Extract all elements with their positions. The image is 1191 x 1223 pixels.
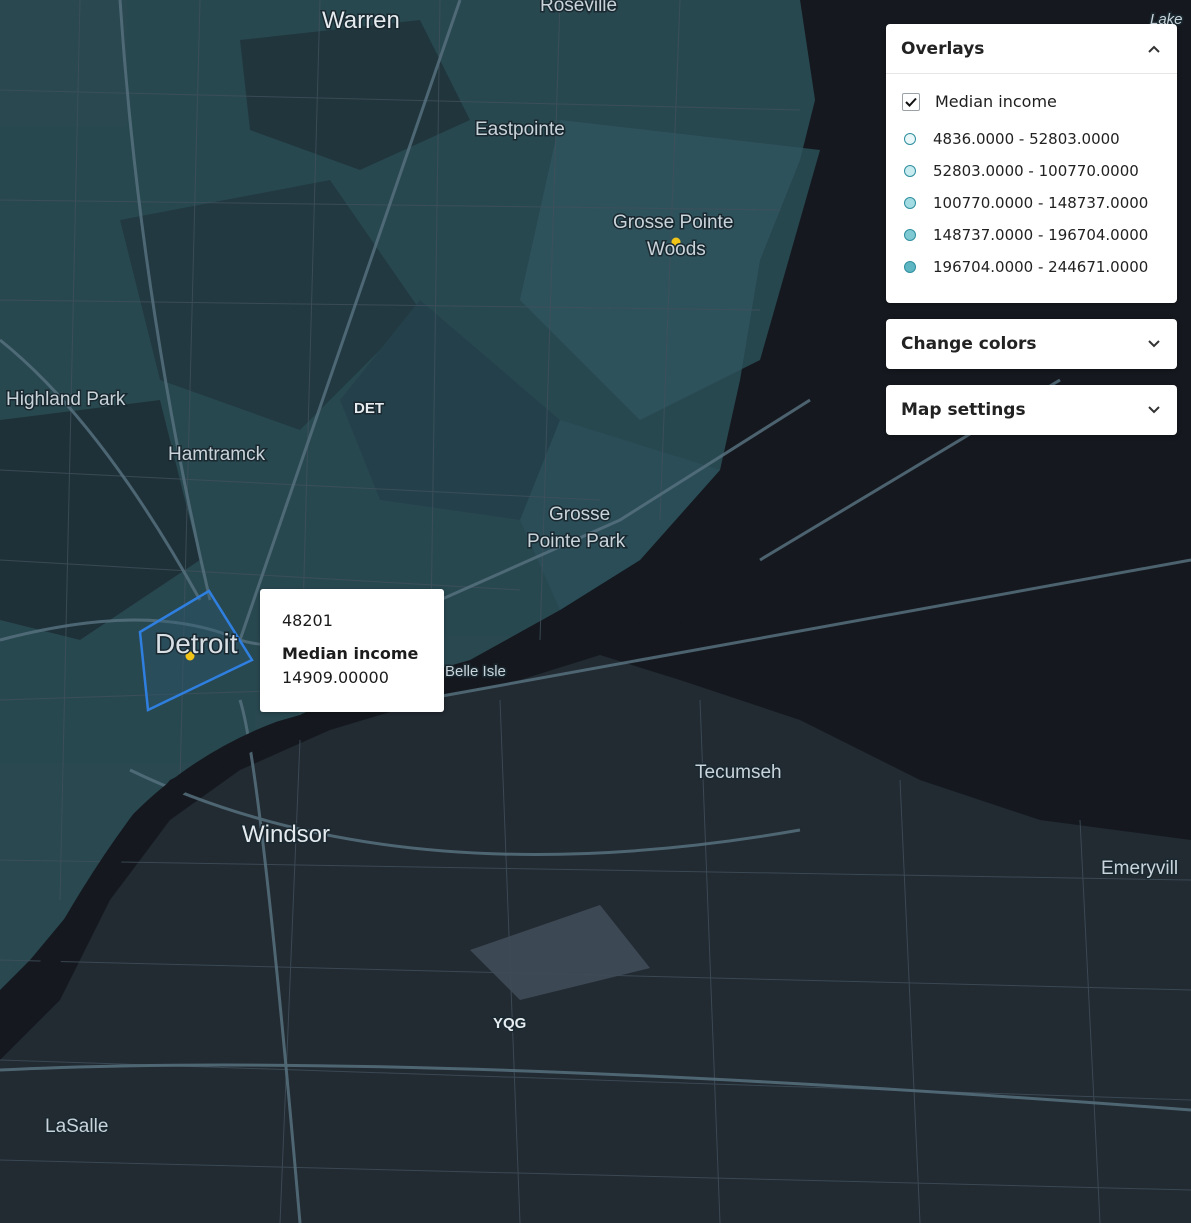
map-settings-title: Map settings [901,400,1026,420]
tooltip-zip-code: 48201 [282,611,333,630]
legend-label: 52803.0000 - 100770.0000 [933,162,1139,180]
legend-label: 4836.0000 - 52803.0000 [933,130,1120,148]
label-lasalle: LaSalle [45,1116,108,1137]
change-colors-panel: Change colors [886,319,1177,369]
legend-item: 4836.0000 - 52803.0000 [886,123,1177,155]
map-settings-panel: Map settings [886,385,1177,435]
tooltip-field-value: 14909.00000 [282,668,389,687]
legend-swatch-0 [904,133,916,145]
income-legend: 4836.0000 - 52803.0000 52803.0000 - 1007… [886,123,1177,283]
overlays-header[interactable]: Overlays [886,24,1177,74]
label-tecumseh: Tecumseh [695,762,782,783]
label-grosse: Grosse [549,504,610,525]
label-grosse-pointe: Grosse Pointe [613,212,733,233]
layer-median-income[interactable]: Median income [902,92,1177,111]
overlays-title: Overlays [901,38,985,59]
overlays-panel: Overlays Median income 4836.0000 - 52803… [886,24,1177,303]
chevron-up-icon[interactable] [1147,44,1161,54]
chevron-down-icon[interactable] [1147,339,1161,349]
median-income-checkbox[interactable] [902,92,920,111]
legend-swatch-4 [904,261,916,273]
legend-swatch-2 [904,197,916,209]
legend-label: 100770.0000 - 148737.0000 [933,194,1149,212]
legend-label: 196704.0000 - 244671.0000 [933,258,1149,276]
change-colors-title: Change colors [901,334,1037,354]
legend-item: 148737.0000 - 196704.0000 [886,219,1177,251]
label-emeryville: Emeryvill [1101,858,1178,879]
label-highland-park: Highland Park [6,389,126,410]
legend-swatch-1 [904,165,916,177]
label-yqg-airport: YQG [493,1015,526,1032]
zip-tooltip: 48201 Median income 14909.00000 [260,589,444,712]
legend-item: 100770.0000 - 148737.0000 [886,187,1177,219]
label-windsor: Windsor [242,821,330,848]
label-warren: Warren [322,7,400,34]
label-eastpointe: Eastpointe [475,119,565,140]
label-det-airport: DET [354,400,384,417]
legend-swatch-3 [904,229,916,241]
label-pointe-park: Pointe Park [527,531,626,552]
change-colors-header[interactable]: Change colors [886,319,1177,369]
label-woods: Woods [647,239,706,260]
check-icon [905,97,917,107]
label-hamtramck: Hamtramck [168,444,266,465]
map-settings-header[interactable]: Map settings [886,385,1177,435]
median-income-label: Median income [935,92,1057,111]
legend-item: 52803.0000 - 100770.0000 [886,155,1177,187]
legend-item: 196704.0000 - 244671.0000 [886,251,1177,283]
label-belle-isle: Belle Isle [445,663,506,680]
label-detroit: Detroit [155,628,238,659]
chevron-down-icon[interactable] [1147,405,1161,415]
tooltip-field-label: Median income [282,644,419,663]
legend-label: 148737.0000 - 196704.0000 [933,226,1149,244]
label-roseville: Roseville [540,0,617,16]
